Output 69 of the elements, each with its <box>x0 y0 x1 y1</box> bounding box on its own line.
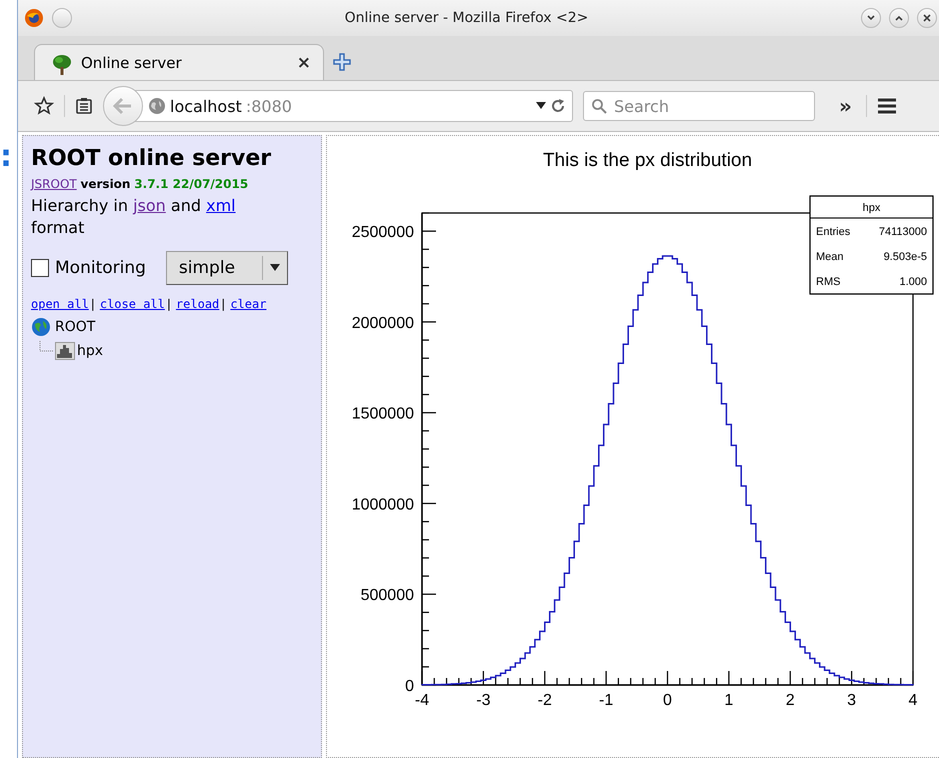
url-field[interactable]: localhost :8080 <box>135 90 573 122</box>
tree-action-link[interactable]: close all <box>100 297 165 311</box>
stats-value: 74113000 <box>878 226 927 238</box>
x-tick-label: 2 <box>786 692 795 709</box>
stats-value: 1.000 <box>899 276 927 288</box>
link-separator: | <box>221 297 226 311</box>
close-tab-button[interactable]: × <box>296 52 311 72</box>
version-text: JSROOT version 3.7.1 22/07/2015 <box>31 177 248 191</box>
chart-title: This is the px distribution <box>542 150 752 171</box>
stats-label: RMS <box>816 276 840 288</box>
menu-icon[interactable] <box>876 97 897 115</box>
xml-link[interactable]: xml <box>206 196 236 215</box>
link-separator: | <box>90 297 95 311</box>
tree-icon <box>51 54 73 76</box>
reload-icon[interactable] <box>550 98 566 114</box>
y-tick-label: 2500000 <box>352 224 414 242</box>
hierarchy-text: Hierarchy in json and xml format <box>31 195 237 239</box>
browser-tab[interactable]: Online server × <box>34 44 324 80</box>
search-field[interactable]: Search <box>583 91 815 121</box>
json-link[interactable]: json <box>133 196 166 215</box>
chevron-up-icon <box>894 14 904 22</box>
tree-action-link[interactable]: clear <box>230 297 266 311</box>
y-tick-label: 0 <box>405 678 414 695</box>
tree-connector-icon <box>39 341 53 353</box>
x-tick-label: -1 <box>599 692 614 709</box>
stats-title: hpx <box>862 202 880 214</box>
window-title: Online server - Mozilla Firefox <2> <box>344 10 590 26</box>
monitoring-checkbox[interactable] <box>31 259 49 277</box>
y-tick-label: 1000000 <box>352 496 414 514</box>
back-arrow-icon <box>113 97 133 115</box>
firefox-logo-icon <box>24 8 44 28</box>
mode-select[interactable]: simple <box>166 251 288 285</box>
desktop-fragment-text: : <box>0 142 12 172</box>
page-heading: ROOT online server <box>31 146 272 171</box>
monitoring-label: Monitoring <box>55 258 146 278</box>
overflow-button[interactable]: » <box>839 94 852 118</box>
y-tick-label: 500000 <box>360 587 414 604</box>
tree-action-link[interactable]: open all <box>31 297 89 311</box>
close-window-button[interactable] <box>917 8 937 28</box>
stats-value: 9.503e-5 <box>884 251 927 263</box>
link-separator: | <box>166 297 171 311</box>
tree-item[interactable]: ROOT <box>31 315 104 339</box>
star-icon[interactable] <box>34 96 54 116</box>
new-tab-plus-icon[interactable] <box>332 52 352 72</box>
search-icon <box>591 98 607 114</box>
x-tick-label: -3 <box>476 692 490 709</box>
tree-item[interactable]: hpx <box>31 339 104 363</box>
globe-icon <box>31 317 51 337</box>
tree-action-link[interactable]: reload <box>176 297 220 311</box>
stats-label: Mean <box>816 251 844 263</box>
y-tick-label: 2000000 <box>352 314 414 332</box>
maximize-button[interactable] <box>889 8 909 28</box>
dropdown-caret-icon <box>270 264 280 272</box>
globe-icon <box>148 97 166 115</box>
chevron-down-icon <box>866 14 876 22</box>
x-tick-label: -4 <box>414 692 430 709</box>
close-icon <box>922 13 932 23</box>
x-tick-label: 0 <box>663 692 672 709</box>
x-tick-label: 3 <box>847 692 856 709</box>
histogram-icon <box>55 342 75 360</box>
stats-label: Entries <box>816 226 850 238</box>
x-tick-label: 4 <box>908 692 918 709</box>
x-tick-label: 1 <box>724 692 734 709</box>
dropdown-caret-icon[interactable] <box>536 102 546 110</box>
jsroot-link[interactable]: JSROOT <box>31 177 77 191</box>
y-tick-label: 1500000 <box>352 406 414 423</box>
minimize-button[interactable] <box>861 8 881 28</box>
x-tick-label: -2 <box>538 692 552 709</box>
reading-list-icon[interactable] <box>75 97 93 115</box>
